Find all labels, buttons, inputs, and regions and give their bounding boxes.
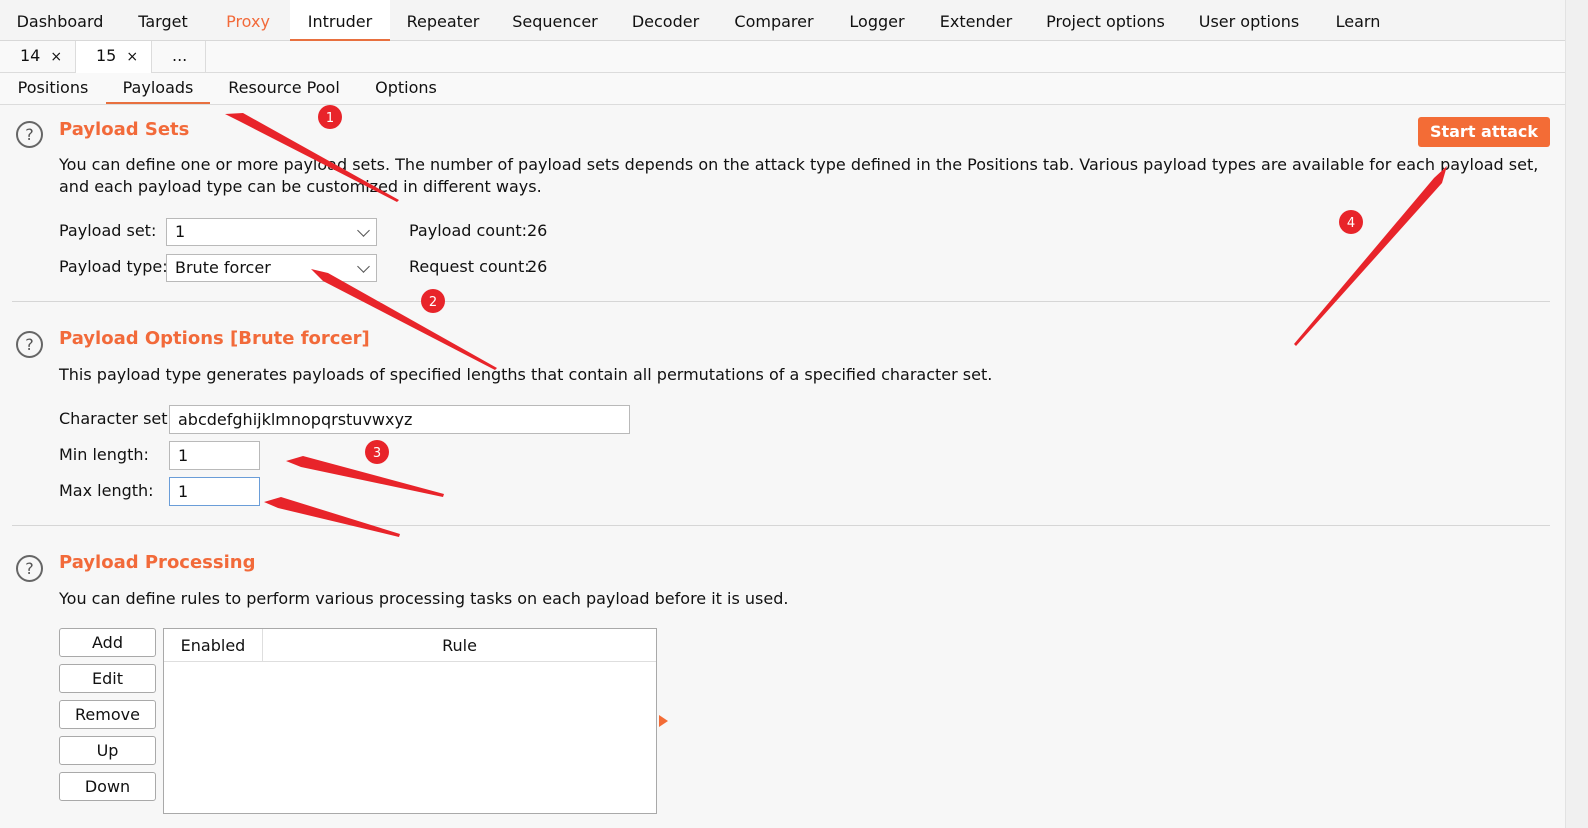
payload-type-label: Payload type: xyxy=(59,257,168,276)
attack-tab-14[interactable]: 14 × xyxy=(0,41,76,73)
move-down-button[interactable]: Down xyxy=(59,772,156,801)
section-divider xyxy=(12,301,1550,302)
payload-processing-description: You can define rules to perform various … xyxy=(59,589,789,608)
payload-sets-description: You can define one or more payload sets.… xyxy=(59,155,1539,196)
annotation-badge-1 xyxy=(318,105,342,129)
max-length-label: Max length: xyxy=(59,481,154,500)
tab-target[interactable]: Target xyxy=(120,0,206,41)
payload-count-label: Payload count: xyxy=(409,221,528,240)
column-header-rule[interactable]: Rule xyxy=(263,629,656,662)
help-icon[interactable]: ? xyxy=(16,555,43,582)
processing-rules-table[interactable]: Enabled Rule xyxy=(163,628,657,814)
tab-dashboard[interactable]: Dashboard xyxy=(0,0,120,41)
payload-type-value: Brute forcer xyxy=(175,258,271,277)
tab-proxy[interactable]: Proxy xyxy=(206,0,290,41)
tab-decoder[interactable]: Decoder xyxy=(614,0,717,41)
tab-intruder[interactable]: Intruder xyxy=(290,0,390,41)
attack-tab-bar xyxy=(0,41,1565,73)
start-attack-button[interactable]: Start attack xyxy=(1418,117,1550,147)
edit-rule-button[interactable]: Edit xyxy=(59,664,156,693)
add-rule-button[interactable]: Add xyxy=(59,628,156,657)
tab-learn[interactable]: Learn xyxy=(1316,0,1400,41)
close-icon[interactable]: × xyxy=(50,49,62,65)
min-length-input[interactable]: 1 xyxy=(169,441,260,470)
payload-options-title: Payload Options [Brute forcer] xyxy=(59,328,370,349)
remove-rule-button[interactable]: Remove xyxy=(59,700,156,729)
min-length-label: Min length: xyxy=(59,445,149,464)
chevron-down-icon xyxy=(357,260,370,273)
annotation-arrow-2 xyxy=(311,269,497,370)
attack-tab-label: 15 xyxy=(96,46,117,65)
column-header-enabled[interactable]: Enabled xyxy=(164,629,263,662)
annotation-badge-4 xyxy=(1339,210,1363,234)
vertical-scrollbar[interactable] xyxy=(1565,0,1588,828)
annotation-arrow-3a xyxy=(286,456,444,497)
attack-tab-label: ... xyxy=(172,46,188,65)
payload-count-value: 26 xyxy=(527,221,548,240)
attack-tab-15[interactable]: 15 × xyxy=(76,41,152,73)
request-count-value: 26 xyxy=(527,257,548,276)
help-icon[interactable]: ? xyxy=(16,331,43,358)
payload-type-select[interactable]: Brute forcer xyxy=(166,254,377,282)
payload-options-description: This payload type generates payloads of … xyxy=(59,365,993,384)
close-icon[interactable]: × xyxy=(126,49,138,65)
annotation-number-2: 2 xyxy=(429,295,437,310)
attack-tab-more[interactable]: ... xyxy=(152,41,206,73)
section-divider xyxy=(12,525,1550,526)
annotation-number-4: 4 xyxy=(1347,216,1355,231)
request-count-label: Request count: xyxy=(409,257,530,276)
tab-comparer[interactable]: Comparer xyxy=(717,0,831,41)
annotation-number-3: 3 xyxy=(373,446,381,461)
payload-set-select[interactable]: 1 xyxy=(166,218,377,246)
attack-tab-label: 14 xyxy=(20,46,41,65)
character-set-label: Character set: xyxy=(59,409,173,428)
payload-set-value: 1 xyxy=(175,222,186,241)
tab-sequencer[interactable]: Sequencer xyxy=(496,0,614,41)
tab-repeater[interactable]: Repeater xyxy=(390,0,496,41)
payload-set-label: Payload set: xyxy=(59,221,157,240)
annotation-arrow-3b xyxy=(264,497,400,537)
move-up-button[interactable]: Up xyxy=(59,736,156,765)
tab-resource-pool[interactable]: Resource Pool xyxy=(216,74,352,104)
tab-options[interactable]: Options xyxy=(360,74,452,104)
annotation-badge-3 xyxy=(365,440,389,464)
tab-payloads[interactable]: Payloads xyxy=(106,74,210,104)
annotation-number-1: 1 xyxy=(326,111,334,126)
chevron-down-icon xyxy=(357,224,370,237)
tab-project-options[interactable]: Project options xyxy=(1029,0,1182,41)
max-length-input[interactable]: 1 xyxy=(169,477,260,506)
tab-positions[interactable]: Positions xyxy=(4,74,102,104)
tab-user-options[interactable]: User options xyxy=(1182,0,1316,41)
expand-arrow-icon[interactable] xyxy=(659,715,668,727)
payload-processing-title: Payload Processing xyxy=(59,552,256,573)
character-set-input[interactable]: abcdefghijklmnopqrstuvwxyz xyxy=(169,405,630,434)
tab-logger[interactable]: Logger xyxy=(831,0,923,41)
tab-extender[interactable]: Extender xyxy=(923,0,1029,41)
help-icon[interactable]: ? xyxy=(16,121,43,148)
payload-sets-title: Payload Sets xyxy=(59,119,190,140)
